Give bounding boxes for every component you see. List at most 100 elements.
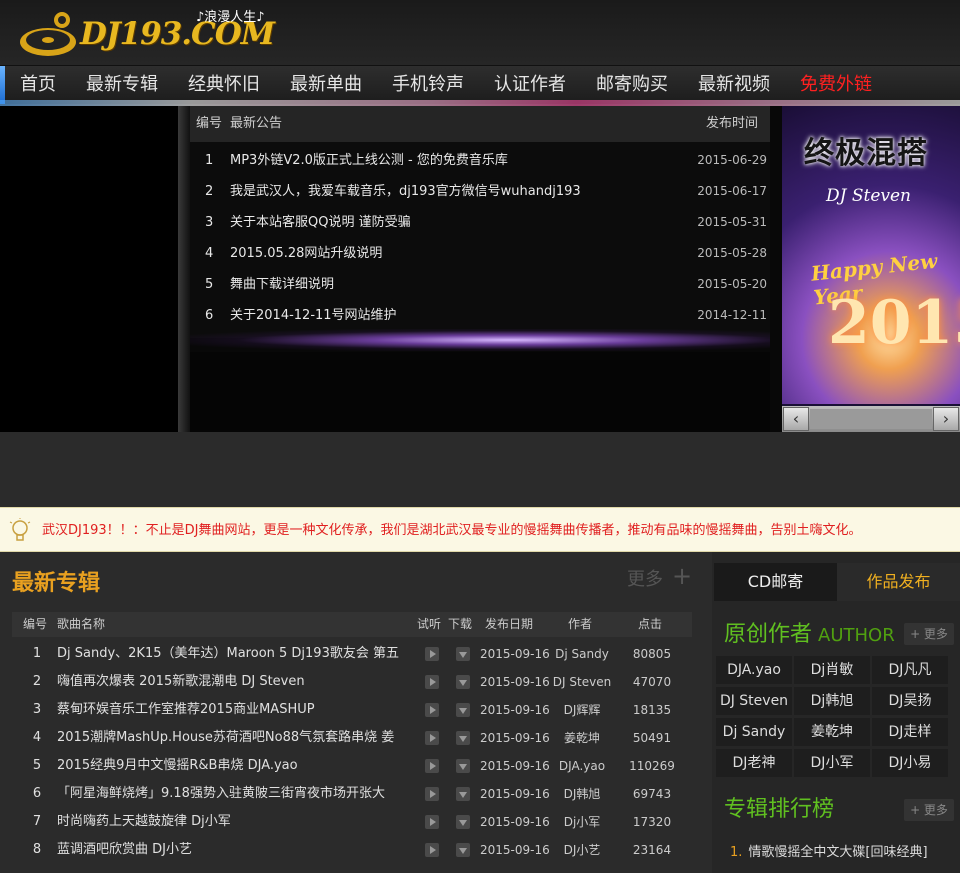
plus-icon[interactable]: + [672, 562, 692, 590]
play-icon[interactable] [425, 787, 439, 801]
download-icon[interactable] [456, 815, 470, 829]
author-link[interactable]: DJ凡凡 [872, 656, 948, 684]
poster-year: 2015 [828, 288, 960, 358]
notice-no: 3 [205, 215, 214, 230]
notice-title[interactable]: 关于本站客服QQ说明 谨防受骗 [230, 207, 411, 238]
download-icon[interactable] [456, 843, 470, 857]
notice-board: 编号 最新公告 发布时间 1 MP3外链V2.0版正式上线公测 - 您的免费音乐… [190, 106, 770, 338]
download-icon[interactable] [456, 703, 470, 717]
row-title-link[interactable]: 「阿星海鲜烧烤」9.18强势入驻黄陂三街宵夜市场开张大 [57, 780, 409, 808]
author-link[interactable]: DJ吴扬 [872, 687, 948, 715]
play-icon[interactable] [425, 759, 439, 773]
play-icon[interactable] [425, 647, 439, 661]
poster-slider-track[interactable] [810, 409, 932, 429]
row-author-link[interactable]: DJ Steven [542, 668, 622, 696]
rank-item[interactable]: 1. 情歌慢摇全中文大碟[回味经典] [730, 841, 928, 860]
nav-item-verified-authors[interactable]: 认证作者 [494, 66, 566, 104]
notice-row[interactable]: 4 2015.05.28网站升级说明 2015-05-28 [190, 238, 770, 269]
site-tip-bar: 武汉DJ193！！：不止是DJ舞曲网站，更是一种文化传承，我们是湖北武汉最专业的… [0, 507, 960, 552]
row-author-link[interactable]: DJA.yao [542, 752, 622, 780]
poster-image[interactable]: 终极混搭 DJ Steven Happy New Year 2015 [782, 106, 960, 404]
nav-item-ringtones[interactable]: 手机铃声 [392, 66, 464, 104]
download-icon[interactable] [456, 647, 470, 661]
download-icon[interactable] [456, 787, 470, 801]
author-link[interactable]: DJ老神 [716, 749, 792, 777]
notice-title[interactable]: MP3外链V2.0版正式上线公测 - 您的免费音乐库 [230, 145, 508, 176]
row-author-link[interactable]: Dj Sandy [542, 640, 622, 668]
author-link[interactable]: Dj肖敏 [794, 656, 870, 684]
download-icon[interactable] [456, 759, 470, 773]
author-link[interactable]: DJ Steven [716, 687, 792, 715]
row-author-link[interactable]: Dj小军 [542, 808, 622, 836]
nav-item-mail-order[interactable]: 邮寄购买 [596, 66, 668, 104]
row-date: 2015-09-16 [480, 759, 550, 773]
nav-item-free-links[interactable]: 免费外链 [800, 66, 872, 104]
promo-poster[interactable]: 终极混搭 DJ Steven Happy New Year 2015 ‹ › [782, 106, 960, 432]
author-link[interactable]: Dj韩旭 [794, 687, 870, 715]
row-date: 2015-09-16 [480, 675, 550, 689]
download-icon[interactable] [456, 675, 470, 689]
play-icon[interactable] [425, 675, 439, 689]
table-row: 6 「阿星海鲜烧烤」9.18强势入驻黄陂三街宵夜市场开张大 2015-09-16… [12, 780, 692, 808]
row-title-link[interactable]: 2015经典9月中文慢摇R&B串烧 DJA.yao [57, 752, 409, 780]
rank-more-button[interactable]: + 更多 [904, 799, 954, 821]
row-hits: 50491 [632, 731, 672, 745]
turntable-logo-icon [20, 12, 76, 56]
notice-title[interactable]: 关于2014-12-11号网站维护 [230, 300, 397, 331]
notice-row[interactable]: 2 我是武汉人，我爱车载音乐，dj193官方微信号wuhandj193 2015… [190, 176, 770, 207]
row-title-link[interactable]: 时尚嗨药上天越鼓旋律 Dj小军 [57, 808, 409, 836]
authors-title-en: AUTHOR [818, 625, 895, 646]
nav-item-home[interactable]: 首页 [20, 66, 56, 104]
nav-item-classic[interactable]: 经典怀旧 [188, 66, 260, 104]
tab-publish[interactable]: 作品发布 [837, 563, 960, 601]
play-icon[interactable] [425, 703, 439, 717]
author-link[interactable]: Dj Sandy [716, 718, 792, 746]
rank-no: 1. [730, 845, 743, 860]
lightbulb-icon [9, 518, 31, 541]
table-row: 1 Dj Sandy、2K15（美年达）Maroon 5 Dj193歌友会 第五… [12, 640, 692, 668]
nav-item-latest-albums[interactable]: 最新专辑 [86, 66, 158, 104]
row-title-link[interactable]: Dj Sandy、2K15（美年达）Maroon 5 Dj193歌友会 第五 [57, 640, 409, 668]
nav-item-latest-singles[interactable]: 最新单曲 [290, 66, 362, 104]
author-link[interactable]: DJ小军 [794, 749, 870, 777]
tab-cd-mail[interactable]: CD邮寄 [714, 563, 837, 601]
author-link[interactable]: DJA.yao [716, 656, 792, 684]
row-no: 8 [32, 842, 42, 857]
authors-title: 原创作者 AUTHOR [724, 616, 895, 648]
notice-row[interactable]: 5 舞曲下载详细说明 2015-05-20 [190, 269, 770, 300]
row-title-link[interactable]: 蓝调酒吧欣赏曲 DJ小艺 [57, 836, 409, 864]
play-icon[interactable] [425, 815, 439, 829]
row-author-link[interactable]: DJ韩旭 [542, 780, 622, 808]
decorative-light-streak [190, 329, 770, 351]
author-link[interactable]: 姜乾坤 [794, 718, 870, 746]
row-title-link[interactable]: 嗨值再次爆表 2015新歌混潮电 DJ Steven [57, 668, 409, 696]
rank-title-text[interactable]: 情歌慢摇全中文大碟[回味经典] [748, 845, 927, 860]
albums-more-link[interactable]: 更多 [627, 565, 663, 591]
notice-title[interactable]: 2015.05.28网站升级说明 [230, 238, 382, 269]
site-logo[interactable]: DJ193.COM ♪浪漫人生♪ [18, 4, 280, 64]
nav-item-latest-videos[interactable]: 最新视频 [698, 66, 770, 104]
next-arrow-icon[interactable]: › [933, 407, 959, 431]
prev-arrow-icon[interactable]: ‹ [783, 407, 809, 431]
table-row: 3 蔡甸环娱音乐工作室推荐2015商业MASHUP 2015-09-16 DJ辉… [12, 696, 692, 724]
play-icon[interactable] [425, 731, 439, 745]
download-icon[interactable] [456, 731, 470, 745]
notice-title[interactable]: 我是武汉人，我爱车载音乐，dj193官方微信号wuhandj193 [230, 176, 581, 207]
notice-row[interactable]: 3 关于本站客服QQ说明 谨防受骗 2015-05-31 [190, 207, 770, 238]
authors-more-button[interactable]: + 更多 [904, 623, 954, 645]
row-hits: 17320 [632, 815, 672, 829]
row-title-link[interactable]: 2015潮牌MashUp.House苏荷酒吧No88气氛套路串烧 姜 [57, 724, 409, 752]
nav-active-marker [0, 66, 5, 104]
play-icon[interactable] [425, 843, 439, 857]
author-link[interactable]: DJ小易 [872, 749, 948, 777]
author-link[interactable]: DJ走样 [872, 718, 948, 746]
table-row: 7 时尚嗨药上天越鼓旋律 Dj小军 2015-09-16 Dj小军 17320 [12, 808, 692, 836]
row-title-link[interactable]: 蔡甸环娱音乐工作室推荐2015商业MASHUP [57, 696, 409, 724]
notice-title[interactable]: 舞曲下载详细说明 [230, 269, 334, 300]
notice-row[interactable]: 1 MP3外链V2.0版正式上线公测 - 您的免费音乐库 2015-06-29 [190, 145, 770, 176]
row-author-link[interactable]: 姜乾坤 [542, 724, 622, 752]
row-author-link[interactable]: DJ辉辉 [542, 696, 622, 724]
row-author-link[interactable]: DJ小艺 [542, 836, 622, 864]
notice-row[interactable]: 6 关于2014-12-11号网站维护 2014-12-11 [190, 300, 770, 331]
poster-title: 终极混搭 [804, 136, 928, 171]
